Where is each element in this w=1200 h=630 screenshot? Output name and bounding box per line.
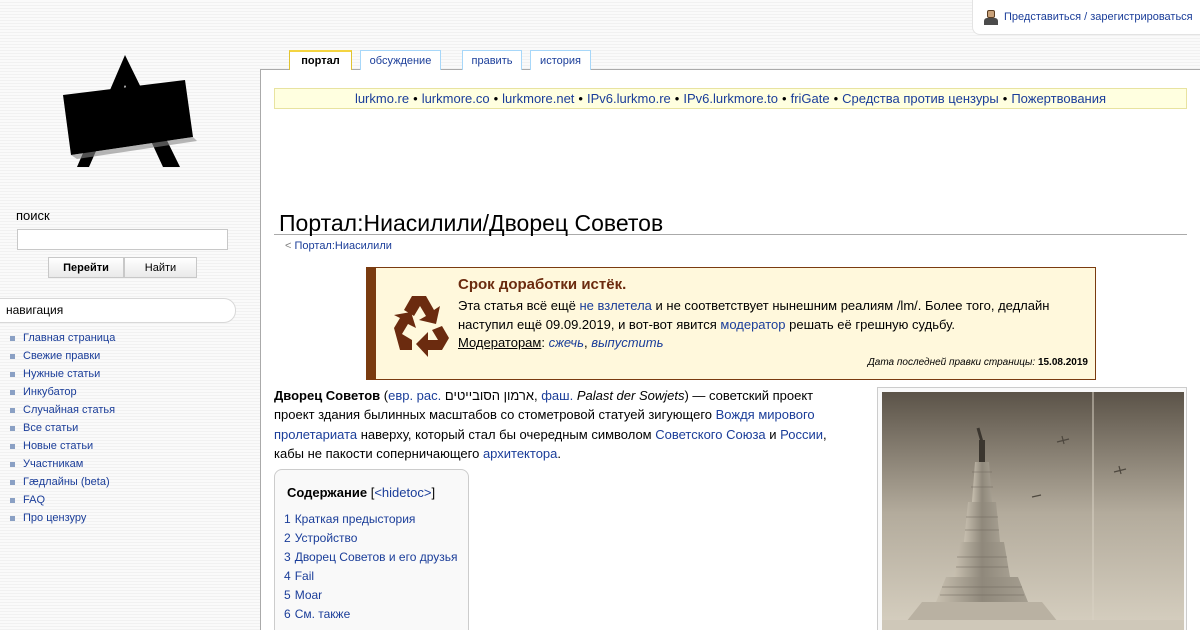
last-edit-date: Дата последней правки страницы: 15.08.20… (867, 357, 1088, 368)
nav-item[interactable]: Случайная статья (10, 401, 115, 419)
nav-item[interactable]: Главная страница (10, 329, 115, 347)
navigation-list: Главная страница Свежие правки Нужные ст… (10, 329, 115, 527)
nav-item[interactable]: Все статьи (10, 419, 115, 437)
bullet-icon (10, 497, 15, 503)
table-of-contents: Содержание [<hidetoc>] 1 Краткая предысто… (274, 469, 469, 630)
tab-history[interactable]: история (530, 50, 591, 70)
bullet-icon (10, 515, 15, 521)
breadcrumb-link[interactable]: Портал:Ниасилили (295, 240, 392, 252)
bullet-icon (10, 371, 15, 377)
anti-censorship-link[interactable]: Средства против цензуры (842, 91, 999, 106)
navigation-header: навигация (0, 298, 236, 323)
bullet-icon (10, 407, 15, 413)
nav-item[interactable]: Гæдлайны (beta) (10, 473, 115, 491)
nav-item-participants[interactable]: Участникам (23, 458, 83, 470)
toc-item[interactable]: 1 Краткая предыстория (284, 512, 468, 531)
toc-item[interactable]: 3 Дворец Советов и его друзья (284, 550, 468, 569)
nav-item-main[interactable]: Главная страница (23, 332, 115, 344)
burn-link[interactable]: сжечь (549, 335, 584, 350)
search-label: поиск (16, 208, 50, 223)
tab-edit[interactable]: править (462, 50, 522, 70)
notice-text: Эта статья всё ещё не взлетела и не соот… (458, 298, 1050, 332)
tab-discussion[interactable]: обсуждение (360, 50, 441, 70)
not-launched-link[interactable]: не взлетела (580, 298, 652, 313)
moderator-link[interactable]: модератор (720, 317, 785, 332)
nav-item-censorship[interactable]: Про цензуру (23, 512, 86, 524)
lang-link[interactable]: евр. рас. (388, 388, 441, 403)
nav-item-all[interactable]: Все статьи (23, 422, 78, 434)
bullet-icon (10, 443, 15, 449)
site-logo[interactable] (55, 55, 200, 175)
nav-item-headlines[interactable]: Гæдлайны (beta) (23, 476, 110, 488)
hide-toc-link[interactable]: <hidetoc> (374, 485, 431, 500)
lang-link[interactable]: фаш. (541, 388, 573, 403)
site-notice: lurkmo.re • lurkmore.co • lurkmore.net • IP… (274, 88, 1187, 109)
login-link[interactable]: Представиться / зарегистрироваться (1004, 11, 1193, 23)
palace-illustration (882, 392, 1184, 630)
architect-link[interactable]: архитектора (483, 446, 557, 461)
donations-link[interactable]: Пожертвования (1011, 91, 1106, 106)
bullet-icon (10, 335, 15, 341)
bullet-icon (10, 353, 15, 359)
bullet-icon (10, 479, 15, 485)
user-icon (983, 9, 999, 25)
bullet-icon (10, 389, 15, 395)
go-button[interactable]: Перейти (48, 257, 124, 278)
article-intro: Дворец Советов (евр. рас. ארמון הסובייטי… (274, 388, 827, 462)
nav-item[interactable]: Инкубатор (10, 383, 115, 401)
nav-item-recent[interactable]: Свежие правки (23, 350, 100, 362)
search-input[interactable] (17, 229, 228, 250)
mirror-link[interactable]: lurkmore.co (422, 91, 490, 106)
mirror-link[interactable]: IPv6.lurkmore.to (683, 91, 778, 106)
moderator-actions: Модераторам: сжечь, выпустить (458, 335, 664, 350)
tab-portal[interactable]: портал (289, 50, 352, 70)
mirror-link[interactable]: lurkmore.net (502, 91, 574, 106)
nav-item-incubator[interactable]: Инкубатор (23, 386, 77, 398)
breadcrumb: < Портал:Ниасилили (285, 240, 392, 252)
page-title: Портал:Ниасилили/Дворец Советов (274, 210, 1187, 236)
article-image[interactable] (877, 387, 1187, 630)
nav-item[interactable]: Нужные статьи (10, 365, 115, 383)
nav-item-random[interactable]: Случайная статья (23, 404, 115, 416)
notice-title: Срок доработки истёк. (458, 276, 627, 293)
personal-tools: Представиться / зарегистрироваться (972, 0, 1200, 35)
mirror-link[interactable]: IPv6.lurkmo.re (587, 91, 671, 106)
nav-item[interactable]: FAQ (10, 491, 115, 509)
nav-item[interactable]: Свежие правки (10, 347, 115, 365)
toc-item[interactable]: 5 Моar (284, 588, 468, 607)
toc-item[interactable]: 6 См. также (284, 607, 468, 626)
toc-item[interactable]: 4 Fail (284, 569, 468, 588)
nav-item-faq[interactable]: FAQ (23, 494, 45, 506)
nav-item-wanted[interactable]: Нужные статьи (23, 368, 100, 380)
russia-link[interactable]: России (780, 427, 823, 442)
mirror-link[interactable]: lurkmo.re (355, 91, 409, 106)
toc-title: Содержание (287, 485, 368, 500)
nav-item[interactable]: Про цензуру (10, 509, 115, 527)
nav-item[interactable]: Участникам (10, 455, 115, 473)
frigate-link[interactable]: friGate (791, 91, 830, 106)
ussr-link[interactable]: Советского Союза (655, 427, 765, 442)
recycle-icon (394, 296, 449, 357)
deadline-notice: Срок доработки истёк. Эта статья всё ещё… (366, 267, 1096, 380)
release-link[interactable]: выпустить (591, 335, 663, 350)
nav-item[interactable]: Новые статьи (10, 437, 115, 455)
toc-item[interactable]: 2 Устройство (284, 531, 468, 550)
bullet-icon (10, 461, 15, 467)
bullet-icon (10, 425, 15, 431)
find-button[interactable]: Найти (124, 257, 197, 278)
nav-item-new[interactable]: Новые статьи (23, 440, 93, 452)
